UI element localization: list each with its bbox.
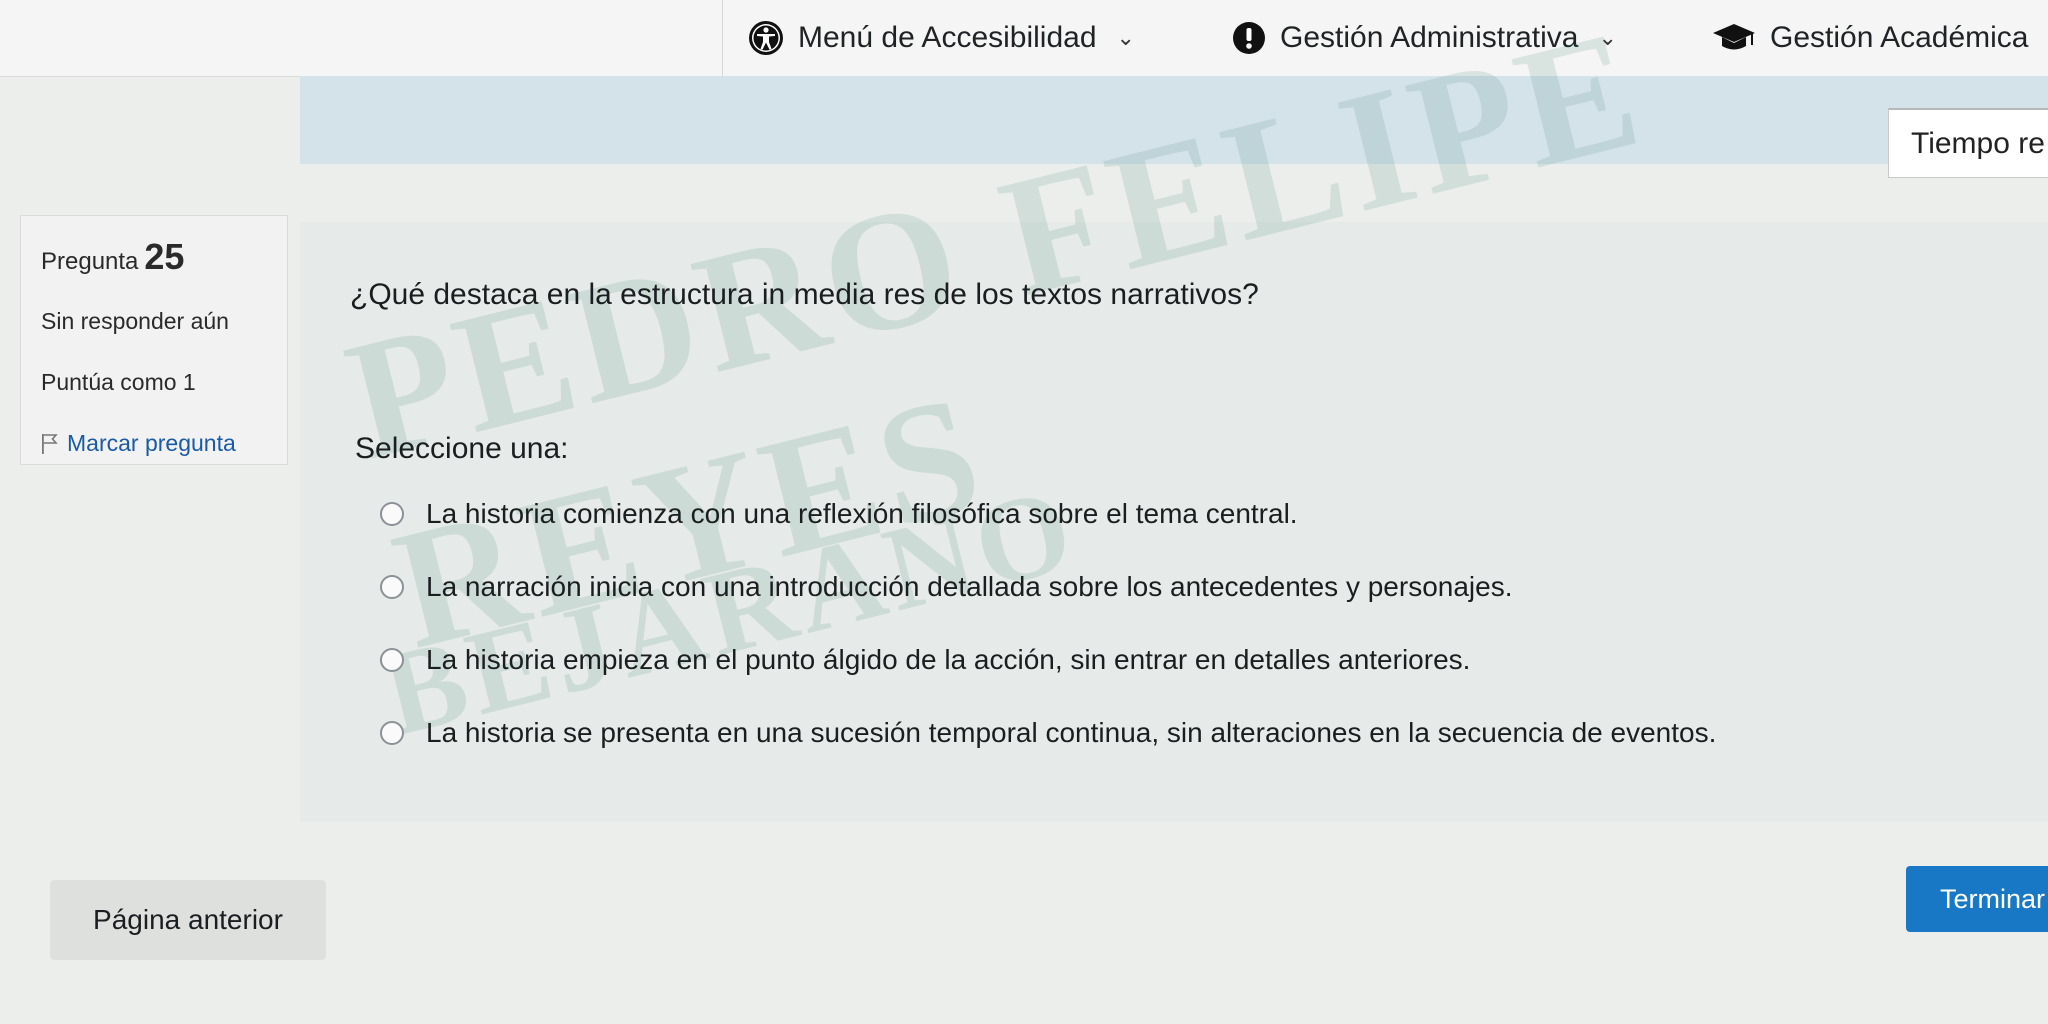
top-navbar: Menú de Accesibilidad ⌄ Gestión Administ… bbox=[0, 0, 2048, 77]
previous-page-button[interactable]: Página anterior bbox=[50, 880, 326, 960]
answer-options: La historia comienza con una reflexión f… bbox=[380, 494, 1716, 786]
timer-label: Tiempo re bbox=[1911, 126, 2045, 160]
alert-icon bbox=[1233, 22, 1265, 54]
answer-option-label: La historia comienza con una reflexión f… bbox=[426, 498, 1298, 529]
answer-option-b[interactable]: La narración inicia con una introducción… bbox=[380, 567, 1716, 607]
answer-option-c[interactable]: La historia empieza en el punto álgido d… bbox=[380, 640, 1716, 680]
flag-icon bbox=[42, 433, 58, 454]
graduation-cap-icon bbox=[1713, 24, 1755, 50]
flag-question-label: Marcar pregunta bbox=[67, 430, 236, 456]
question-number-prefix: Pregunta bbox=[41, 248, 139, 275]
question-number-value: 25 bbox=[144, 236, 185, 277]
timer-box: Tiempo re bbox=[1888, 108, 2048, 178]
flag-question-link[interactable]: Marcar pregunta bbox=[41, 430, 267, 457]
previous-question-strip bbox=[300, 76, 2048, 164]
academic-menu-label: Gestión Académica bbox=[1770, 21, 2029, 54]
radio-button[interactable] bbox=[380, 648, 404, 672]
answer-option-d[interactable]: La historia se presenta en una sucesión … bbox=[380, 713, 1716, 753]
answer-option-label: La narración inicia con una introducción… bbox=[426, 571, 1513, 602]
radio-button[interactable] bbox=[380, 721, 404, 745]
radio-button[interactable] bbox=[380, 575, 404, 599]
admin-menu[interactable]: Gestión Administrativa ⌄ bbox=[1232, 10, 1617, 66]
question-text: ¿Qué destaca en la estructura in media r… bbox=[350, 278, 1259, 311]
accessibility-menu[interactable]: Menú de Accesibilidad ⌄ bbox=[748, 10, 1135, 66]
answer-option-label: La historia se presenta en una sucesión … bbox=[426, 717, 1717, 748]
question-number: Pregunta 25 bbox=[41, 236, 267, 278]
question-grade: Puntúa como 1 bbox=[41, 369, 196, 395]
nav-divider bbox=[722, 0, 723, 76]
radio-button[interactable] bbox=[380, 502, 404, 526]
answer-prompt: Seleccione una: bbox=[355, 432, 569, 465]
question-info-panel: Pregunta 25 Sin responder aún Puntúa como… bbox=[20, 215, 288, 465]
previous-page-label: Página anterior bbox=[93, 904, 283, 935]
accessibility-menu-label: Menú de Accesibilidad bbox=[798, 21, 1097, 54]
finish-button[interactable]: Terminar bbox=[1906, 866, 2048, 932]
finish-label: Terminar bbox=[1940, 883, 2046, 914]
accessibility-icon bbox=[749, 21, 783, 55]
chevron-down-icon: ⌄ bbox=[1598, 25, 1617, 50]
chevron-down-icon: ⌄ bbox=[1116, 25, 1135, 50]
answer-option-a[interactable]: La historia comienza con una reflexión f… bbox=[380, 494, 1716, 534]
academic-menu[interactable]: Gestión Académica bbox=[1712, 10, 2028, 66]
question-state: Sin responder aún bbox=[41, 308, 229, 334]
answer-option-label: La historia empieza en el punto álgido d… bbox=[426, 644, 1471, 675]
admin-menu-label: Gestión Administrativa bbox=[1280, 21, 1579, 54]
